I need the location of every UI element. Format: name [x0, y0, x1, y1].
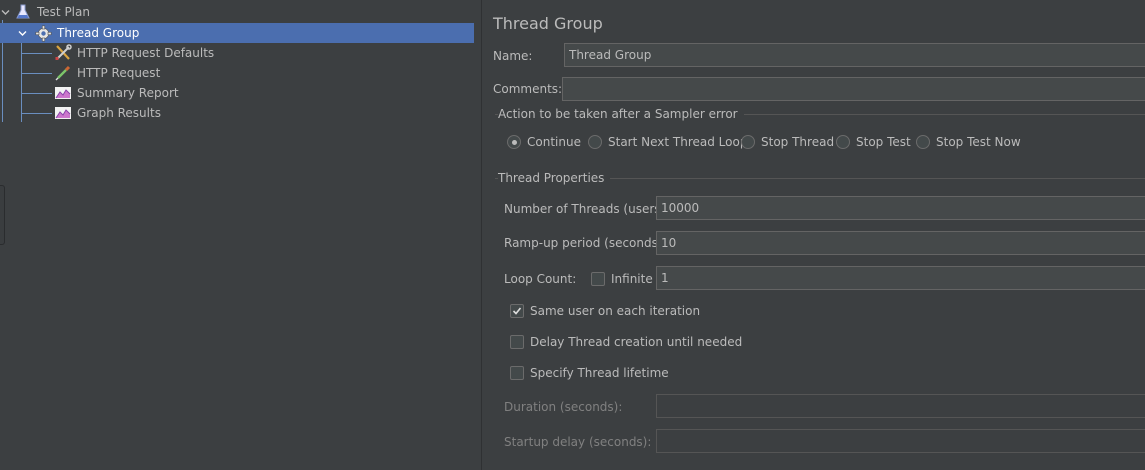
- tree-item-label: HTTP Request Defaults: [77, 46, 215, 60]
- tree-connector-line: [22, 93, 52, 94]
- rampup-input[interactable]: [656, 231, 1145, 255]
- sampler-error-section-title: Action to be taken after a Sampler error: [498, 107, 744, 121]
- checkbox-label: Infinite: [611, 272, 653, 286]
- name-label: Name:: [493, 49, 533, 63]
- startup-delay-input[interactable]: [656, 429, 1145, 453]
- test-plan-flask-icon: [14, 3, 32, 21]
- test-plan-tree: Test Plan Thread Group HTTP Request Defa…: [0, 0, 474, 470]
- name-input[interactable]: [564, 43, 1145, 67]
- radio-continue[interactable]: Continue: [507, 133, 581, 151]
- tree-item-label: Test Plan: [37, 5, 90, 19]
- panel-splitter[interactable]: [474, 0, 482, 470]
- tree-item-label: Summary Report: [77, 86, 179, 100]
- delay-thread-creation-checkbox[interactable]: Delay Thread creation until needed: [510, 333, 742, 351]
- tree-item-http-request[interactable]: HTTP Request: [0, 63, 474, 83]
- radio-button[interactable]: [836, 135, 850, 149]
- thread-group-panel: Thread Group Name: Comments: Action to b…: [483, 0, 1145, 470]
- panel-title: Thread Group: [493, 14, 603, 33]
- radio-start-next-thread-loop[interactable]: Start Next Thread Loop: [588, 133, 747, 151]
- infinite-checkbox[interactable]: Infinite: [591, 270, 653, 288]
- radio-button[interactable]: [741, 135, 755, 149]
- loop-count-input[interactable]: [656, 266, 1145, 290]
- thread-properties-section-title: Thread Properties: [498, 171, 611, 185]
- checkbox[interactable]: [591, 272, 605, 286]
- checkbox[interactable]: [510, 335, 524, 349]
- tree-item-http-request-defaults[interactable]: HTTP Request Defaults: [0, 43, 474, 63]
- checkbox-label: Specify Thread lifetime: [530, 366, 669, 380]
- duration-label: Duration (seconds):: [504, 400, 623, 414]
- checkbox-label: Delay Thread creation until needed: [530, 335, 743, 349]
- radio-label: Stop Test Now: [936, 135, 1021, 149]
- radio-button[interactable]: [507, 135, 521, 149]
- radio-button[interactable]: [916, 135, 930, 149]
- chart-report-icon: [54, 104, 72, 122]
- gear-icon: [34, 24, 52, 42]
- radio-stop-test-now[interactable]: Stop Test Now: [916, 133, 1021, 151]
- radio-label: Start Next Thread Loop: [608, 135, 748, 149]
- duration-input[interactable]: [656, 394, 1145, 418]
- tree-item-label: HTTP Request: [77, 66, 161, 80]
- wrench-screwdriver-icon: [54, 44, 72, 62]
- tree-item-thread-group[interactable]: Thread Group: [0, 23, 474, 43]
- radio-selected-dot: [511, 139, 517, 145]
- threads-input[interactable]: [656, 196, 1145, 220]
- comments-input[interactable]: [562, 77, 1145, 101]
- checkbox[interactable]: [510, 366, 524, 380]
- radio-stop-thread[interactable]: Stop Thread: [741, 133, 834, 151]
- chevron-down-icon[interactable]: [0, 7, 10, 17]
- tree-item-graph-results[interactable]: Graph Results: [0, 103, 474, 123]
- comments-label: Comments:: [493, 82, 563, 96]
- radio-stop-test[interactable]: Stop Test: [836, 133, 911, 151]
- pipette-icon: [54, 64, 72, 82]
- rampup-label: Ramp-up period (seconds):: [504, 236, 667, 250]
- tree-item-label: Graph Results: [77, 106, 161, 120]
- radio-label: Stop Thread: [761, 135, 835, 149]
- startup-delay-label: Startup delay (seconds):: [504, 435, 652, 449]
- tree-connector-line: [22, 73, 52, 74]
- checkmark-icon: [512, 307, 522, 315]
- radio-button[interactable]: [588, 135, 602, 149]
- loop-count-label: Loop Count:: [504, 272, 577, 286]
- tree-connector-line: [22, 113, 52, 114]
- checkbox[interactable]: [510, 304, 524, 318]
- collapsed-panel-handle[interactable]: [0, 185, 5, 245]
- chevron-down-icon[interactable]: [17, 28, 27, 38]
- same-user-checkbox[interactable]: Same user on each iteration: [510, 302, 700, 320]
- specify-thread-lifetime-checkbox[interactable]: Specify Thread lifetime: [510, 364, 669, 382]
- checkbox-label: Same user on each iteration: [530, 304, 701, 318]
- threads-label: Number of Threads (users):: [504, 202, 670, 216]
- tree-item-summary-report[interactable]: Summary Report: [0, 83, 474, 103]
- radio-label: Stop Test: [856, 135, 911, 149]
- tree-connector-line: [22, 53, 52, 54]
- tree-item-label: Thread Group: [57, 26, 140, 40]
- tree-item-test-plan[interactable]: Test Plan: [0, 2, 474, 22]
- radio-label: Continue: [527, 135, 581, 149]
- chart-report-icon: [54, 84, 72, 102]
